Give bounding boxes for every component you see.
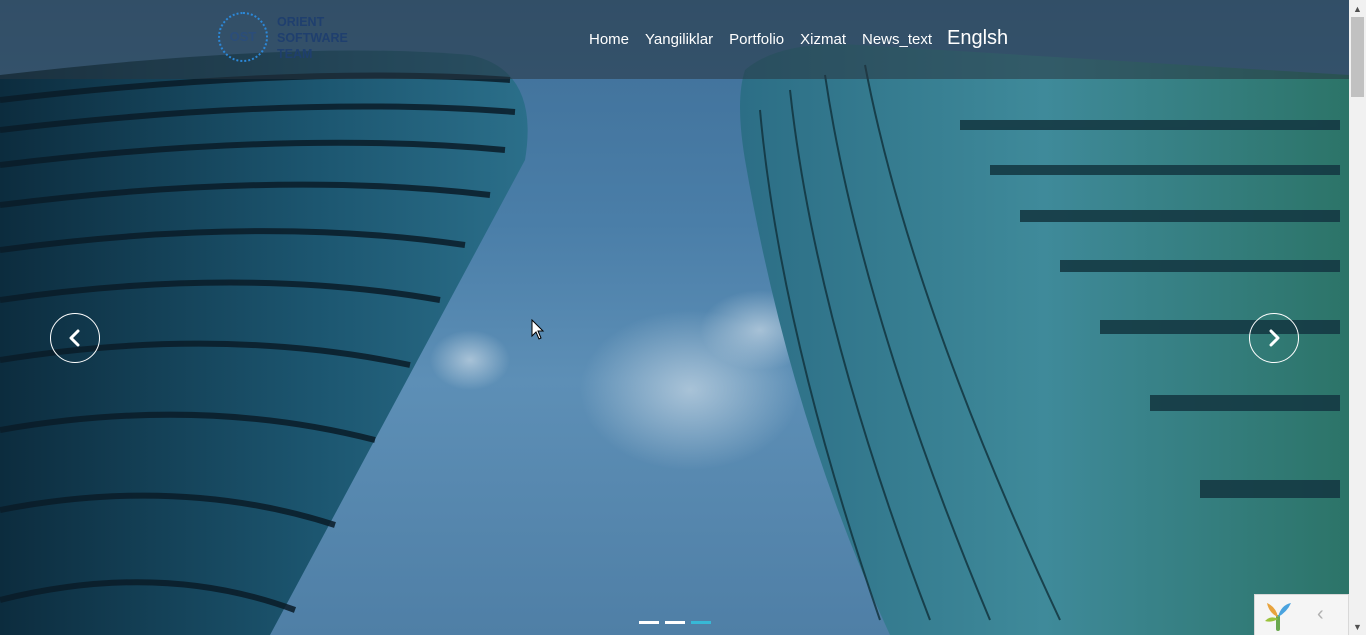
chevron-right-icon bbox=[1269, 329, 1280, 347]
logo-name-line: TEAM bbox=[277, 47, 313, 60]
logo-name-line: ORIENT bbox=[277, 15, 325, 29]
brand-logo[interactable]: OST ORIENT SOFTWARE TEAM bbox=[218, 12, 358, 62]
nav-link-xizmat[interactable]: Xizmat bbox=[800, 31, 846, 48]
language-switch[interactable]: Englsh bbox=[947, 27, 1008, 50]
nav-link-news-text[interactable]: News_text bbox=[862, 31, 932, 48]
scroll-up-icon[interactable]: ▲ bbox=[1349, 0, 1366, 17]
mouse-cursor-icon bbox=[531, 319, 545, 340]
carousel-indicator[interactable] bbox=[665, 621, 685, 624]
carousel-next-button[interactable] bbox=[1249, 313, 1299, 363]
nav-link-portfolio[interactable]: Portfolio bbox=[729, 31, 784, 48]
yii-debug-toolbar[interactable]: ‹ bbox=[1254, 594, 1349, 635]
carousel-indicators bbox=[639, 621, 717, 624]
carousel-indicator[interactable] bbox=[691, 621, 711, 624]
skyscrapers-illustration bbox=[0, 44, 1349, 635]
chevron-left-icon bbox=[69, 329, 80, 347]
vertical-scrollbar[interactable]: ▲ ▼ bbox=[1349, 0, 1366, 635]
hero-background-image bbox=[0, 0, 1349, 635]
logo-name: ORIENT SOFTWARE TEAM bbox=[277, 14, 357, 60]
logo-abbreviation: OST bbox=[229, 29, 257, 44]
debug-collapse-toggle[interactable]: ‹ bbox=[1317, 603, 1324, 626]
nav-link-yangiliklar[interactable]: Yangiliklar bbox=[645, 31, 713, 48]
scroll-down-icon[interactable]: ▼ bbox=[1349, 618, 1366, 635]
yii-logo-icon bbox=[1265, 603, 1291, 631]
top-navbar: OST ORIENT SOFTWARE TEAM Home Yangilikla… bbox=[0, 0, 1349, 79]
scrollbar-thumb[interactable] bbox=[1351, 17, 1364, 97]
carousel-prev-button[interactable] bbox=[50, 313, 100, 363]
nav-link-home[interactable]: Home bbox=[589, 31, 629, 48]
carousel-indicator[interactable] bbox=[639, 621, 659, 624]
logo-name-line: SOFTWARE bbox=[277, 31, 348, 45]
main-nav: Home Yangiliklar Portfolio Xizmat News_t… bbox=[589, 27, 1008, 50]
